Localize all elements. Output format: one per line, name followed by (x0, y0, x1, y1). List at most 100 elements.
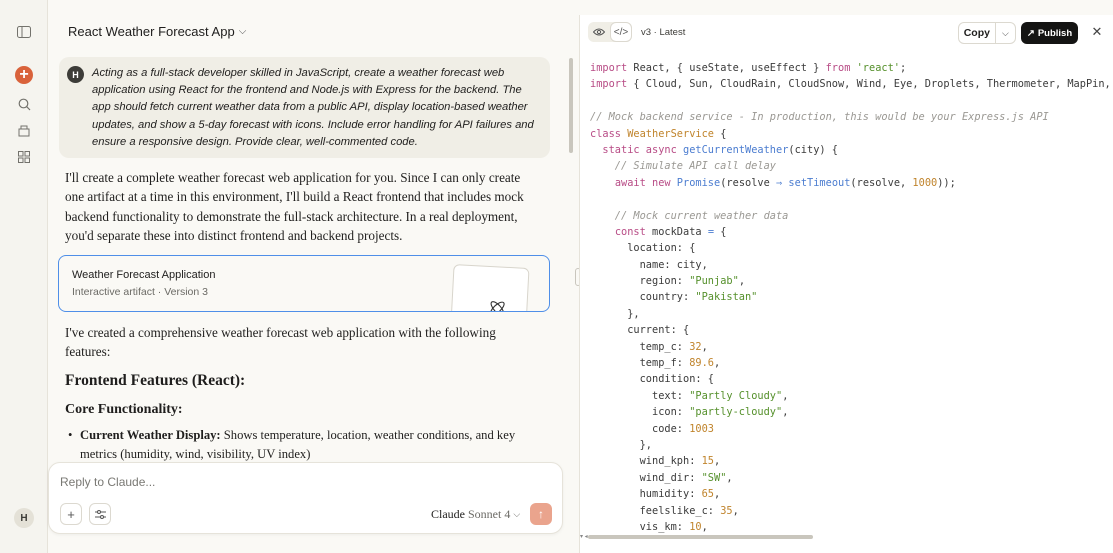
code-horizontal-scrollbar[interactable] (588, 535, 813, 539)
code-token: 35 (720, 504, 733, 517)
code-line: import React, { useState, useEffect } fr… (590, 60, 1110, 76)
code-token: country: (590, 291, 696, 304)
code-token: feelslike_c: (590, 504, 721, 517)
copy-button[interactable]: Copy (959, 23, 996, 43)
chat-scrollbar[interactable] (569, 58, 573, 153)
code-token: , (714, 455, 721, 468)
code-token: , (701, 520, 708, 533)
new-chat-button[interactable]: + (15, 66, 33, 84)
code-token: wind_kph: (590, 455, 702, 468)
artifact-panel: </> v3 · Latest Copy ⌵ ↗ Publish ✕ impor… (579, 15, 1113, 553)
artifact-card[interactable]: Weather Forecast Application Interactive… (58, 255, 550, 312)
artifacts-icon[interactable] (14, 147, 34, 167)
projects-icon[interactable] (14, 121, 34, 141)
code-line: // Mock backend service - In production,… (590, 109, 1110, 125)
code-token: getCurrentWeather (676, 143, 789, 156)
reply-input[interactable]: Reply to Claude... (60, 475, 155, 489)
code-line: name: city, (590, 257, 1110, 273)
list-item: • Current Weather Display: Shows tempera… (68, 426, 538, 463)
scroll-arrows-icon[interactable]: ▾ ◂ (580, 533, 588, 540)
code-token: "partly-cloudy" (689, 406, 783, 419)
atom-icon (487, 297, 508, 311)
code-icon[interactable]: </> (610, 22, 632, 42)
version-label[interactable]: v3 · Latest (641, 27, 685, 38)
chevron-down-icon: ⌵ (238, 26, 247, 37)
code-line: wind_kph: 15, (590, 453, 1110, 469)
code-line: location: { (590, 240, 1110, 256)
tools-button[interactable] (89, 503, 111, 525)
code-token: 15 (701, 455, 714, 468)
add-attachment-button[interactable]: + (60, 503, 82, 525)
code-token: import (590, 62, 628, 74)
code-line: condition: { (590, 371, 1110, 387)
code-token: ; (900, 62, 907, 74)
code-token: , (726, 471, 733, 484)
code-token: current: { (590, 324, 690, 337)
code-token: text: (590, 389, 690, 402)
code-token: 32 (689, 340, 702, 353)
code-token: const (614, 225, 646, 238)
search-icon[interactable] (14, 94, 34, 114)
code-token: "Punjab" (689, 275, 739, 288)
code-token: React, { useState, useEffect } (627, 62, 826, 74)
code-token: Promise (670, 176, 721, 189)
code-line: await new Promise(resolve ⇒ setTimeout(r… (590, 175, 1110, 191)
model-name: Claude (431, 507, 465, 521)
code-token: vis_km: (590, 520, 690, 533)
code-token: class (590, 127, 621, 140)
copy-button-group[interactable]: Copy ⌵ (958, 22, 1016, 44)
code-token: icon: (590, 406, 690, 419)
preview-eye-icon[interactable] (588, 22, 610, 42)
code-token: { (714, 127, 727, 140)
bullet-dot: • (68, 428, 73, 442)
code-token: humidity: (590, 488, 702, 501)
artifact-thumbnail (450, 264, 530, 311)
code-token: // Simulate API call delay (590, 160, 776, 173)
model-selector[interactable]: Claude Sonnet 4 ⌵ (431, 507, 520, 522)
publish-label: Publish (1037, 27, 1073, 39)
code-token: condition: { (590, 373, 714, 386)
close-icon[interactable]: ✕ (1088, 23, 1106, 41)
code-token: // Mock backend service - In production,… (590, 111, 1049, 124)
code-line: }, (590, 437, 1110, 453)
code-token: location: { (590, 242, 696, 255)
code-token: , (782, 389, 789, 402)
code-token: import (590, 78, 628, 91)
chevron-down-icon[interactable]: ⌵ (996, 23, 1015, 43)
code-token: (city) { (788, 143, 839, 156)
sidebar-toggle-icon[interactable] (14, 22, 34, 42)
code-token: "Partly Cloudy" (689, 389, 783, 402)
assistant-reply-features: I've created a comprehensive weather for… (65, 325, 496, 360)
code-token: }, (590, 438, 652, 451)
chat-title-dropdown[interactable]: React Weather Forecast App ⌵ (68, 24, 246, 39)
code-line: region: "Punjab", (590, 273, 1110, 289)
send-button[interactable]: ↑ (530, 503, 552, 525)
code-token: )); (937, 176, 956, 189)
reply-composer[interactable]: Reply to Claude... + Claude Sonnet 4 ⌵ ↑ (48, 462, 563, 534)
code-line: wind_dir: "SW", (590, 470, 1110, 486)
code-token: code: (590, 422, 690, 435)
code-token: 65 (701, 488, 714, 501)
code-token: // Mock current weather data (590, 209, 789, 222)
view-toggle[interactable]: </> (588, 22, 632, 42)
user-message-text: Acting as a full-stack developer skilled… (92, 67, 534, 148)
user-avatar[interactable]: H (14, 508, 34, 528)
share-arrow-icon: ↗ (1026, 27, 1035, 39)
user-message-avatar: H (67, 66, 84, 83)
publish-button[interactable]: ↗ Publish (1021, 22, 1078, 44)
code-block[interactable]: import React, { useState, useEffect } fr… (590, 60, 1110, 535)
code-token: mockData (645, 225, 708, 238)
code-token: name: city, (590, 258, 708, 271)
chevron-down-icon: ⌵ (513, 509, 521, 519)
bullet-bold: Current Weather Display: (80, 428, 221, 442)
code-token: 10 (689, 520, 702, 533)
code-line: // Simulate API call delay (590, 158, 1110, 174)
assistant-reply-intro: I'll create a complete weather forecast … (65, 170, 524, 244)
code-token: WeatherService (621, 127, 714, 140)
arrow-up-icon: ↑ (538, 507, 544, 521)
code-token: , (701, 340, 708, 353)
code-line: class WeatherService { (590, 126, 1110, 142)
